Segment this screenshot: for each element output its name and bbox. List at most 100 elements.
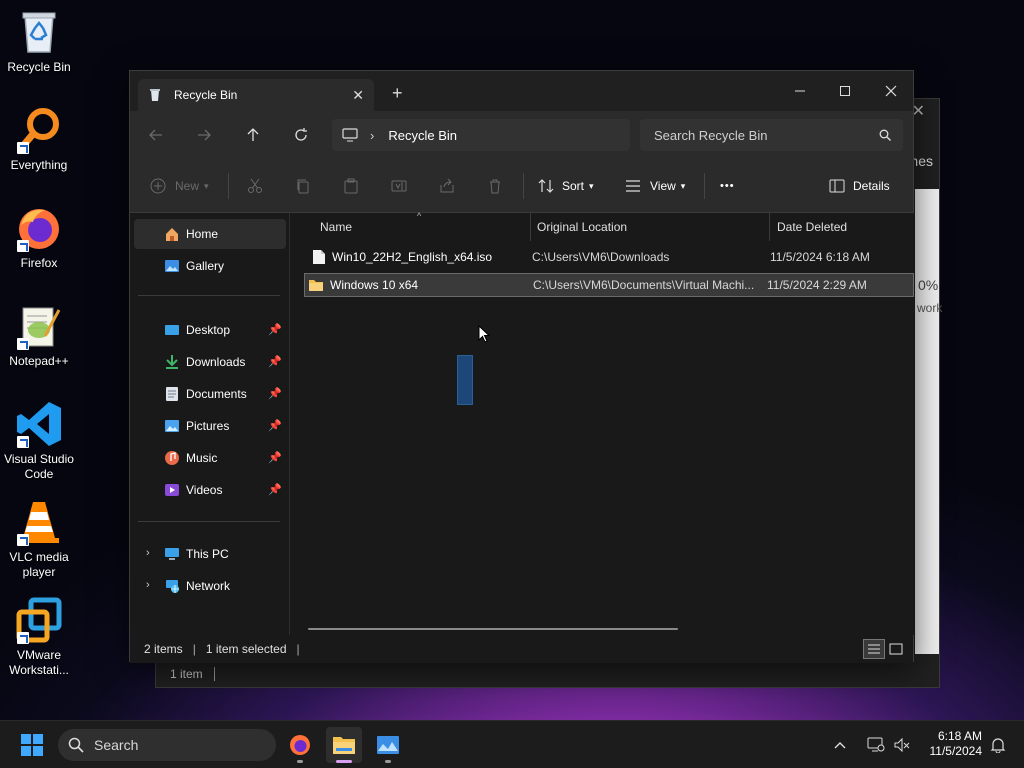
column-header-location[interactable]: Original Location [537, 213, 769, 241]
file-row-selected[interactable]: Windows 10 x64 C:\Users\VM6\Documents\Vi… [304, 273, 914, 297]
chevron-right-icon[interactable]: › [146, 579, 150, 591]
details-label: Details [853, 179, 890, 193]
copy-icon [297, 179, 309, 194]
sidebar-item-label: Documents [186, 387, 247, 401]
pictures-icon [164, 418, 180, 434]
active-indicator [336, 760, 352, 763]
pin-icon[interactable]: 📌 [268, 323, 282, 336]
new-button[interactable]: New ▾ [150, 175, 209, 197]
tab-close-icon[interactable]: ✕ [352, 87, 364, 104]
sort-icon [538, 179, 554, 193]
sidebar-item-label: Network [186, 579, 231, 593]
sidebar-item-label: Downloads [186, 355, 246, 369]
file-list: ^ Name Original Location Date Deleted Wi… [290, 211, 914, 635]
column-header-label: Original Location [537, 220, 628, 234]
desktop-icon-notepadpp[interactable]: Notepad++ [2, 302, 76, 369]
sidebar-item-downloads[interactable]: Downloads 📌 [134, 347, 286, 377]
back-button[interactable] [144, 123, 168, 147]
desktop-icon-label: Everything [10, 158, 68, 172]
volume-tray-button[interactable] [888, 727, 916, 763]
chevron-right-icon[interactable]: › [146, 547, 150, 559]
column-divider[interactable] [530, 213, 531, 241]
pin-icon[interactable]: 📌 [268, 483, 282, 496]
system-clock[interactable]: 6:18 AM 11/5/2024 [920, 729, 983, 759]
shortcut-arrow-icon [17, 436, 29, 448]
chevron-down-icon: ▾ [589, 180, 594, 191]
details-view-button[interactable] [863, 639, 885, 659]
sidebar-item-network[interactable]: › Network [134, 571, 286, 601]
desktop-icon-vlc[interactable]: VLC media player [2, 498, 76, 580]
bell-icon [990, 738, 1006, 753]
documents-icon [164, 386, 180, 402]
desktop-icon-label: VMware Workstati... [9, 648, 69, 677]
pin-icon[interactable]: 📌 [268, 451, 282, 464]
new-button-label: New [175, 179, 200, 193]
column-header-date-deleted[interactable]: Date Deleted [777, 213, 914, 241]
network-icon [164, 578, 180, 594]
details-view-icon [868, 644, 880, 654]
shortcut-arrow-icon [17, 142, 29, 154]
status-divider: | [296, 642, 300, 656]
cut-button[interactable] [247, 175, 263, 197]
tab-title: Recycle Bin [174, 88, 238, 102]
notifications-button[interactable] [984, 727, 1012, 763]
up-button[interactable] [241, 123, 265, 147]
column-divider[interactable] [769, 213, 770, 241]
file-row[interactable]: Win10_22H2_English_x64.iso C:\Users\VM6\… [304, 245, 914, 269]
taskbar-search[interactable]: Search [58, 729, 276, 761]
sidebar-item-pictures[interactable]: Pictures 📌 [134, 411, 286, 441]
more-options-button[interactable]: ••• [720, 175, 735, 197]
search-input[interactable]: Search Recycle Bin [640, 119, 903, 151]
desktop-icon-vscode[interactable]: Visual Studio Code [2, 400, 76, 482]
minimize-button[interactable] [777, 77, 823, 105]
share-button[interactable] [439, 175, 455, 197]
shortcut-arrow-icon [17, 632, 29, 644]
sort-button[interactable]: Sort ▾ [538, 175, 594, 197]
view-label: View [650, 179, 676, 193]
sidebar-item-documents[interactable]: Documents 📌 [134, 379, 286, 409]
file-original-location: C:\Users\VM6\Documents\Virtual Machi... [533, 278, 755, 292]
desktop-icon-everything[interactable]: Everything [2, 106, 76, 173]
sidebar-item-this-pc[interactable]: › This PC [134, 539, 286, 569]
command-bar: New ▾ Sort ▾ View ▾ ••• Details [130, 159, 913, 213]
desktop-icon-recycle-bin[interactable]: Recycle Bin [2, 8, 76, 75]
maximize-button[interactable] [822, 77, 868, 105]
taskbar-file-explorer[interactable] [326, 727, 362, 763]
recycle-bin-icon [148, 88, 162, 102]
start-button[interactable] [14, 727, 50, 763]
trash-icon [490, 179, 500, 194]
pin-icon[interactable]: 📌 [268, 355, 282, 368]
breadcrumb-item[interactable]: Recycle Bin [388, 128, 457, 143]
close-button[interactable] [868, 77, 914, 105]
details-pane-button[interactable]: Details [829, 175, 890, 197]
pin-icon[interactable]: 📌 [268, 387, 282, 400]
copy-button[interactable] [295, 175, 311, 197]
forward-button[interactable] [192, 123, 216, 147]
sidebar-item-home[interactable]: Home [134, 219, 286, 249]
taskbar-app[interactable] [370, 727, 406, 763]
tiles-view-button[interactable] [885, 639, 907, 659]
desktop-icon-vmware[interactable]: VMware Workstati... [2, 596, 76, 678]
tab-recycle-bin[interactable]: Recycle Bin ✕ [138, 79, 374, 111]
file-explorer-window[interactable]: Recycle Bin ✕ + › Recycle Bin Search Rec… [129, 70, 914, 663]
rename-button[interactable] [391, 175, 407, 197]
title-bar[interactable]: Recycle Bin ✕ + [130, 71, 913, 111]
taskbar-firefox[interactable] [282, 727, 318, 763]
view-button[interactable]: View ▾ [625, 175, 685, 197]
sidebar-item-videos[interactable]: Videos 📌 [134, 475, 286, 505]
delete-button[interactable] [487, 175, 503, 197]
refresh-button[interactable] [289, 123, 313, 147]
pin-icon[interactable]: 📌 [268, 419, 282, 432]
breadcrumb[interactable]: › Recycle Bin [332, 119, 630, 151]
sidebar-item-gallery[interactable]: Gallery [134, 251, 286, 281]
sidebar-item-desktop[interactable]: Desktop 📌 [134, 315, 286, 345]
column-header-name[interactable]: Name [320, 213, 530, 241]
desktop-icon-firefox[interactable]: Firefox [2, 204, 76, 271]
show-hidden-icons-button[interactable] [826, 727, 854, 763]
search-icon [68, 737, 84, 753]
network-tray-button[interactable] [862, 727, 890, 763]
horizontal-scrollbar[interactable] [308, 628, 678, 630]
new-tab-button[interactable]: + [392, 84, 403, 102]
sidebar-item-music[interactable]: Music 📌 [134, 443, 286, 473]
paste-button[interactable] [343, 175, 359, 197]
